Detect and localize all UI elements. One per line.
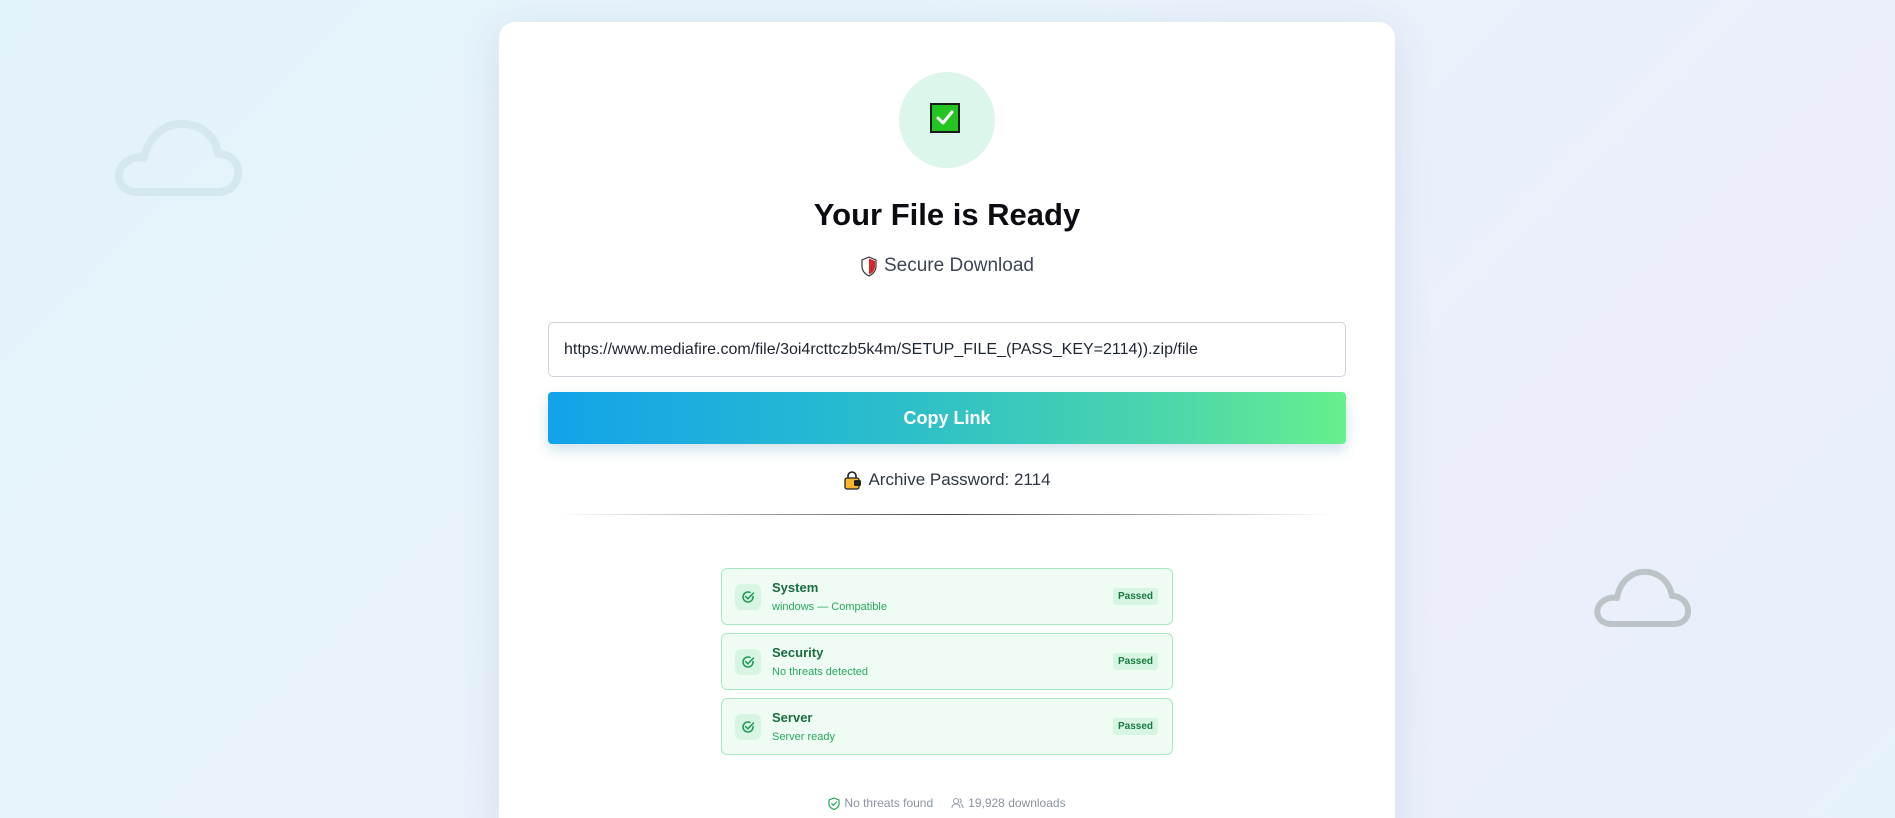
download-card: Your File is Ready Secure Download https… <box>499 22 1395 818</box>
password-text: Archive Password: 2114 <box>868 470 1051 489</box>
check-title: System <box>772 580 819 595</box>
downloads-text: 19,928 downloads <box>968 796 1066 810</box>
shield-check-icon <box>828 796 841 810</box>
cloud-icon <box>114 119 243 196</box>
secure-download-label: Secure Download <box>499 255 1395 277</box>
check-subtitle: Server ready <box>772 731 835 743</box>
status-badge: Passed <box>1112 588 1158 605</box>
status-badge: Passed <box>1112 718 1158 735</box>
check-title: Server <box>772 710 813 725</box>
check-mark-icon <box>930 103 960 133</box>
copy-link-button[interactable]: Copy Link <box>548 392 1346 444</box>
success-badge <box>899 72 995 168</box>
check-circle-icon <box>735 584 761 610</box>
page-title: Your File is Ready <box>813 197 1081 232</box>
check-subtitle: windows — Compatible <box>772 601 887 613</box>
footer-stats: No threats found 19,928 downloads <box>499 796 1395 810</box>
subtitle-text: Secure Download <box>884 255 1034 276</box>
status-badge: Passed <box>1112 653 1158 670</box>
cloud-icon <box>1594 568 1692 627</box>
threats-stat: No threats found <box>828 796 933 810</box>
download-link-field[interactable]: https://www.mediafire.com/file/3oi4rcttc… <box>548 322 1346 377</box>
downloads-stat: 19,928 downloads <box>951 796 1066 810</box>
lock-icon <box>844 470 862 490</box>
check-subtitle: No threats detected <box>772 666 869 678</box>
check-circle-icon <box>735 649 761 675</box>
archive-password: Archive Password: 2114 <box>499 470 1395 490</box>
check-title: Security <box>772 645 824 660</box>
divider <box>559 514 1335 515</box>
check-row-security: Security No threats detected Passed <box>721 633 1173 690</box>
check-row-system: System windows — Compatible Passed <box>721 568 1173 625</box>
users-icon <box>951 797 964 809</box>
verification-list: System windows — Compatible Passed Secur… <box>721 568 1173 763</box>
check-row-server: Server Server ready Passed <box>721 698 1173 755</box>
check-circle-icon <box>735 714 761 740</box>
shield-icon <box>861 255 877 277</box>
threats-text: No threats found <box>844 796 934 810</box>
